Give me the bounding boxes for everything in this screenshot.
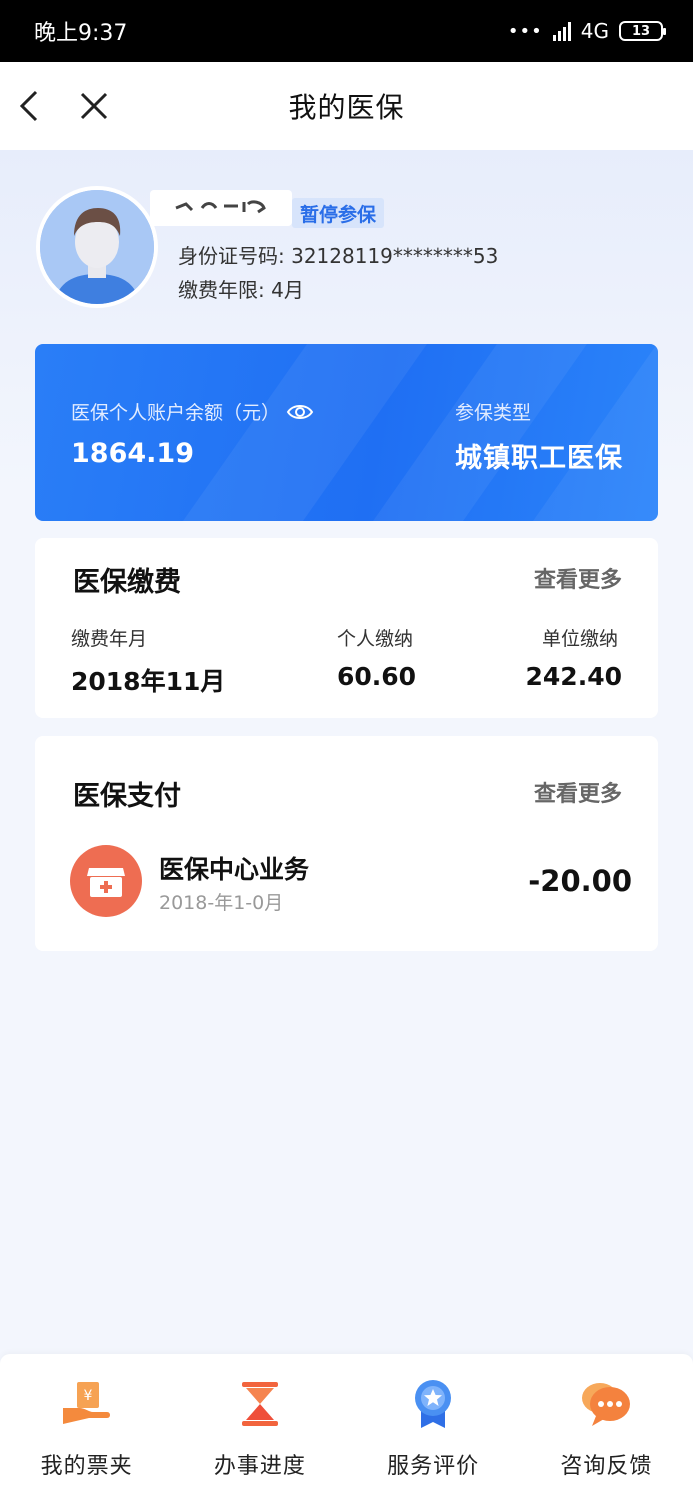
payments-more-link[interactable]: 查看更多 (534, 562, 622, 594)
nav-bar: 我的医保 (0, 62, 693, 150)
spending-title: 医保支付 (73, 781, 181, 812)
close-icon (80, 92, 108, 120)
insurance-type-value: 城镇职工医保 (455, 443, 623, 474)
spending-card: 医保支付 查看更多 医保中心业务 2018-年1-0月 -20.00 (35, 736, 658, 951)
years-label: 缴费年限 (178, 278, 258, 302)
tab-service-rating[interactable]: 服务评价 (347, 1354, 520, 1480)
chevron-left-icon (19, 90, 38, 122)
balance-value: 1864.19 (71, 438, 194, 469)
signal-icon (552, 21, 571, 41)
insurance-status-badge: 暂停参保 (292, 198, 385, 228)
battery-level: 13 (631, 23, 651, 39)
ticket-wallet-icon: ¥ (57, 1376, 117, 1432)
id-label: 身份证号码 (178, 244, 278, 268)
tab-ticket-wallet[interactable]: ¥ 我的票夹 (0, 1354, 173, 1480)
spending-item-amount: -20.00 (528, 864, 632, 898)
status-time: 晚上9:37 (34, 21, 128, 46)
id-value: 32128119********53 (291, 244, 499, 268)
payments-title: 医保缴费 (73, 567, 181, 598)
page-title: 我的医保 (288, 91, 405, 124)
balance-label: 医保个人账户余额（元） (71, 402, 281, 424)
tab-label: 咨询反馈 (560, 1454, 653, 1479)
personal-payment-value: 60.60 (337, 662, 417, 691)
balance-label-row: 医保个人账户余额（元） (71, 398, 314, 425)
user-avatar-icon (40, 190, 154, 304)
hourglass-icon (230, 1376, 290, 1432)
network-type: 4G (580, 19, 609, 43)
redacted-name-scribble (175, 200, 266, 214)
bottom-tab-bar: ¥ 我的票夹 办事进度 服务评价 咨询反馈 (0, 1354, 693, 1500)
tab-label: 我的票夹 (40, 1454, 133, 1479)
payments-card: 医保缴费 查看更多 缴费年月 个人缴纳 单位缴纳 2018年11月 60.60 … (35, 538, 658, 718)
spending-item-date: 2018-年1-0月 (159, 892, 284, 914)
spending-item-name: 医保中心业务 (159, 855, 310, 884)
avatar (36, 186, 158, 308)
eye-icon[interactable] (286, 402, 314, 422)
tab-consult-feedback[interactable]: 咨询反馈 (520, 1354, 693, 1480)
status-indicators: ••• 4G 13 (507, 19, 666, 43)
status-bar: 晚上9:37 ••• 4G 13 (0, 0, 693, 62)
more-dots-icon: ••• (507, 20, 543, 42)
unit-payment-label: 单位缴纳 (541, 628, 618, 650)
id-number-line: 身份证号码: 32128119********53 (178, 244, 499, 268)
medical-center-icon (70, 845, 142, 917)
unit-payment-value: 242.40 (525, 662, 622, 691)
tab-label: 办事进度 (213, 1454, 306, 1479)
spending-more-link[interactable]: 查看更多 (534, 776, 622, 808)
battery-icon: 13 (619, 21, 666, 41)
payment-years-line: 缴费年限: 4月 (178, 278, 304, 302)
personal-payment-label: 个人缴纳 (337, 628, 414, 650)
years-value: 4月 (271, 278, 304, 302)
account-balance-card: 医保个人账户余额（元） 1864.19 参保类型 城镇职工医保 (35, 344, 658, 521)
insurance-type-label: 参保类型 (455, 402, 532, 424)
medal-icon (403, 1376, 463, 1432)
back-button[interactable] (12, 84, 52, 128)
tab-label: 服务评价 (387, 1454, 480, 1479)
tab-progress[interactable]: 办事进度 (173, 1354, 346, 1480)
chat-bubble-icon (576, 1376, 636, 1432)
payment-month-label: 缴费年月 (71, 628, 148, 650)
svg-text:¥: ¥ (83, 1388, 92, 1404)
close-button[interactable] (74, 84, 114, 128)
payment-month-value: 2018年11月 (71, 667, 226, 696)
